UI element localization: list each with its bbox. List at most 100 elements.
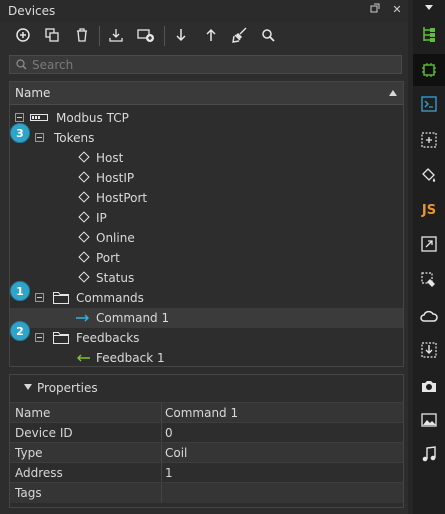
tree-item-status[interactable]: Status xyxy=(10,268,403,288)
chip-icon xyxy=(422,63,436,77)
sidebar-item-camera[interactable] xyxy=(413,370,445,402)
collapse-toggle[interactable] xyxy=(15,113,24,122)
add-circle-icon xyxy=(16,28,30,42)
tree-item-label: Feedback 1 xyxy=(96,351,165,365)
sort-ascending-icon xyxy=(389,90,397,96)
tree-item-label: Host xyxy=(96,151,124,165)
tree-item-label: HostPort xyxy=(96,191,148,205)
chevron-down-icon xyxy=(425,4,433,10)
property-divider xyxy=(161,463,162,483)
properties-header[interactable]: Properties xyxy=(10,375,403,399)
tree-item-label: Commands xyxy=(76,291,144,305)
property-key: Device ID xyxy=(15,426,73,440)
sidebar-item-templates[interactable] xyxy=(413,124,445,156)
sidebar-item-download[interactable] xyxy=(413,334,445,366)
step-badge-1: 1 xyxy=(10,281,30,301)
collapse-toggle[interactable] xyxy=(35,293,44,302)
property-row-tags[interactable]: Tags xyxy=(10,482,403,503)
folder-icon xyxy=(53,292,69,304)
device-icon xyxy=(30,114,48,121)
tree-item-commands[interactable]: Commands xyxy=(10,288,403,308)
property-value[interactable]: Command 1 xyxy=(165,406,238,420)
arrow-left-icon xyxy=(77,354,90,362)
tree-item-label: HostIP xyxy=(96,171,135,185)
tree-item-online[interactable]: Online xyxy=(10,228,403,248)
panel-titlebar: Devices ✕ xyxy=(0,0,408,22)
sidebar-item-styles[interactable] xyxy=(413,264,445,296)
tree-item-host[interactable]: Host xyxy=(10,148,403,168)
token-icon xyxy=(78,211,90,223)
add-button[interactable] xyxy=(12,24,34,46)
template-icon xyxy=(421,132,437,148)
chevron-down-icon xyxy=(24,384,32,390)
property-row-name[interactable]: Name Command 1 xyxy=(10,402,403,423)
js-icon: JS xyxy=(421,202,437,218)
tree-item-label: Status xyxy=(96,271,135,285)
move-down-button[interactable] xyxy=(170,24,192,46)
search-icon xyxy=(16,59,27,70)
tree-item-hostip[interactable]: HostIP xyxy=(10,168,403,188)
sidebar-item-gallery[interactable] xyxy=(413,404,445,436)
sidebar-item-console[interactable] xyxy=(413,88,445,120)
duplicate-button[interactable] xyxy=(41,24,63,46)
panel-title: Devices xyxy=(8,4,56,18)
tree-item-label: Command 1 xyxy=(96,311,170,325)
property-divider xyxy=(161,443,162,463)
clean-button[interactable] xyxy=(229,24,251,46)
tree-item-command-1[interactable]: Command 1 xyxy=(10,308,403,328)
sidebar-menu-button[interactable] xyxy=(413,0,445,14)
add-device-button[interactable] xyxy=(135,24,157,46)
property-row-type[interactable]: Type Coil xyxy=(10,442,403,463)
delete-button[interactable] xyxy=(71,24,93,46)
tree-item-port[interactable]: Port xyxy=(10,248,403,268)
sidebar-item-devices[interactable] xyxy=(413,54,445,86)
column-header-name[interactable]: Name xyxy=(10,82,403,105)
token-icon xyxy=(78,151,90,163)
property-key: Tags xyxy=(15,486,42,500)
property-row-device-id[interactable]: Device ID 0 xyxy=(10,422,403,443)
property-value[interactable]: 1 xyxy=(165,466,173,480)
toolbar-separator xyxy=(99,26,100,46)
tree-item-hostport[interactable]: HostPort xyxy=(10,188,403,208)
broom-icon xyxy=(232,27,247,43)
import-button[interactable] xyxy=(105,24,127,46)
move-up-button[interactable] xyxy=(200,24,222,46)
sidebar-item-fill[interactable] xyxy=(413,160,445,192)
folder-icon xyxy=(53,332,69,344)
float-icon[interactable] xyxy=(368,3,382,17)
download-icon xyxy=(421,342,437,358)
tree-item-modbus-tcp[interactable]: Modbus TCP xyxy=(10,108,403,128)
search-placeholder: Search xyxy=(32,58,74,72)
token-icon xyxy=(78,251,90,263)
property-key: Name xyxy=(15,406,51,420)
copy-icon xyxy=(45,28,59,42)
sidebar-item-cloud[interactable] xyxy=(413,300,445,332)
collapse-toggle[interactable] xyxy=(35,133,44,142)
sidebar-item-resize[interactable] xyxy=(413,228,445,260)
resize-icon xyxy=(421,236,437,252)
sidebar-item-scripts[interactable]: JS xyxy=(413,194,445,226)
property-divider xyxy=(161,403,162,423)
column-header-label: Name xyxy=(15,86,51,100)
sidebar-item-tree[interactable] xyxy=(413,18,445,50)
tree-item-feedback-1[interactable]: Feedback 1 xyxy=(10,348,403,368)
search-icon xyxy=(261,28,275,42)
search-input[interactable]: Search xyxy=(9,55,402,74)
tree-item-ip[interactable]: IP xyxy=(10,208,403,228)
tree-item-label: Feedbacks xyxy=(76,331,140,345)
tree-item-feedbacks[interactable]: Feedbacks xyxy=(10,328,403,348)
right-sidebar: JS xyxy=(413,0,445,514)
devices-panel: Devices ✕ Search Name Modbus TCP Tokens … xyxy=(0,0,408,514)
property-value[interactable]: Coil xyxy=(165,446,187,460)
style-bucket-icon xyxy=(421,272,435,287)
close-icon[interactable]: ✕ xyxy=(390,3,404,17)
tree-item-label: IP xyxy=(96,211,107,225)
trash-icon xyxy=(77,28,87,42)
tree-item-tokens[interactable]: Tokens xyxy=(10,128,403,148)
camera-icon xyxy=(422,381,436,392)
search-button[interactable] xyxy=(257,24,279,46)
property-row-address[interactable]: Address 1 xyxy=(10,462,403,483)
property-value[interactable]: 0 xyxy=(165,426,173,440)
sidebar-item-audio[interactable] xyxy=(413,438,445,470)
collapse-toggle[interactable] xyxy=(35,333,44,342)
